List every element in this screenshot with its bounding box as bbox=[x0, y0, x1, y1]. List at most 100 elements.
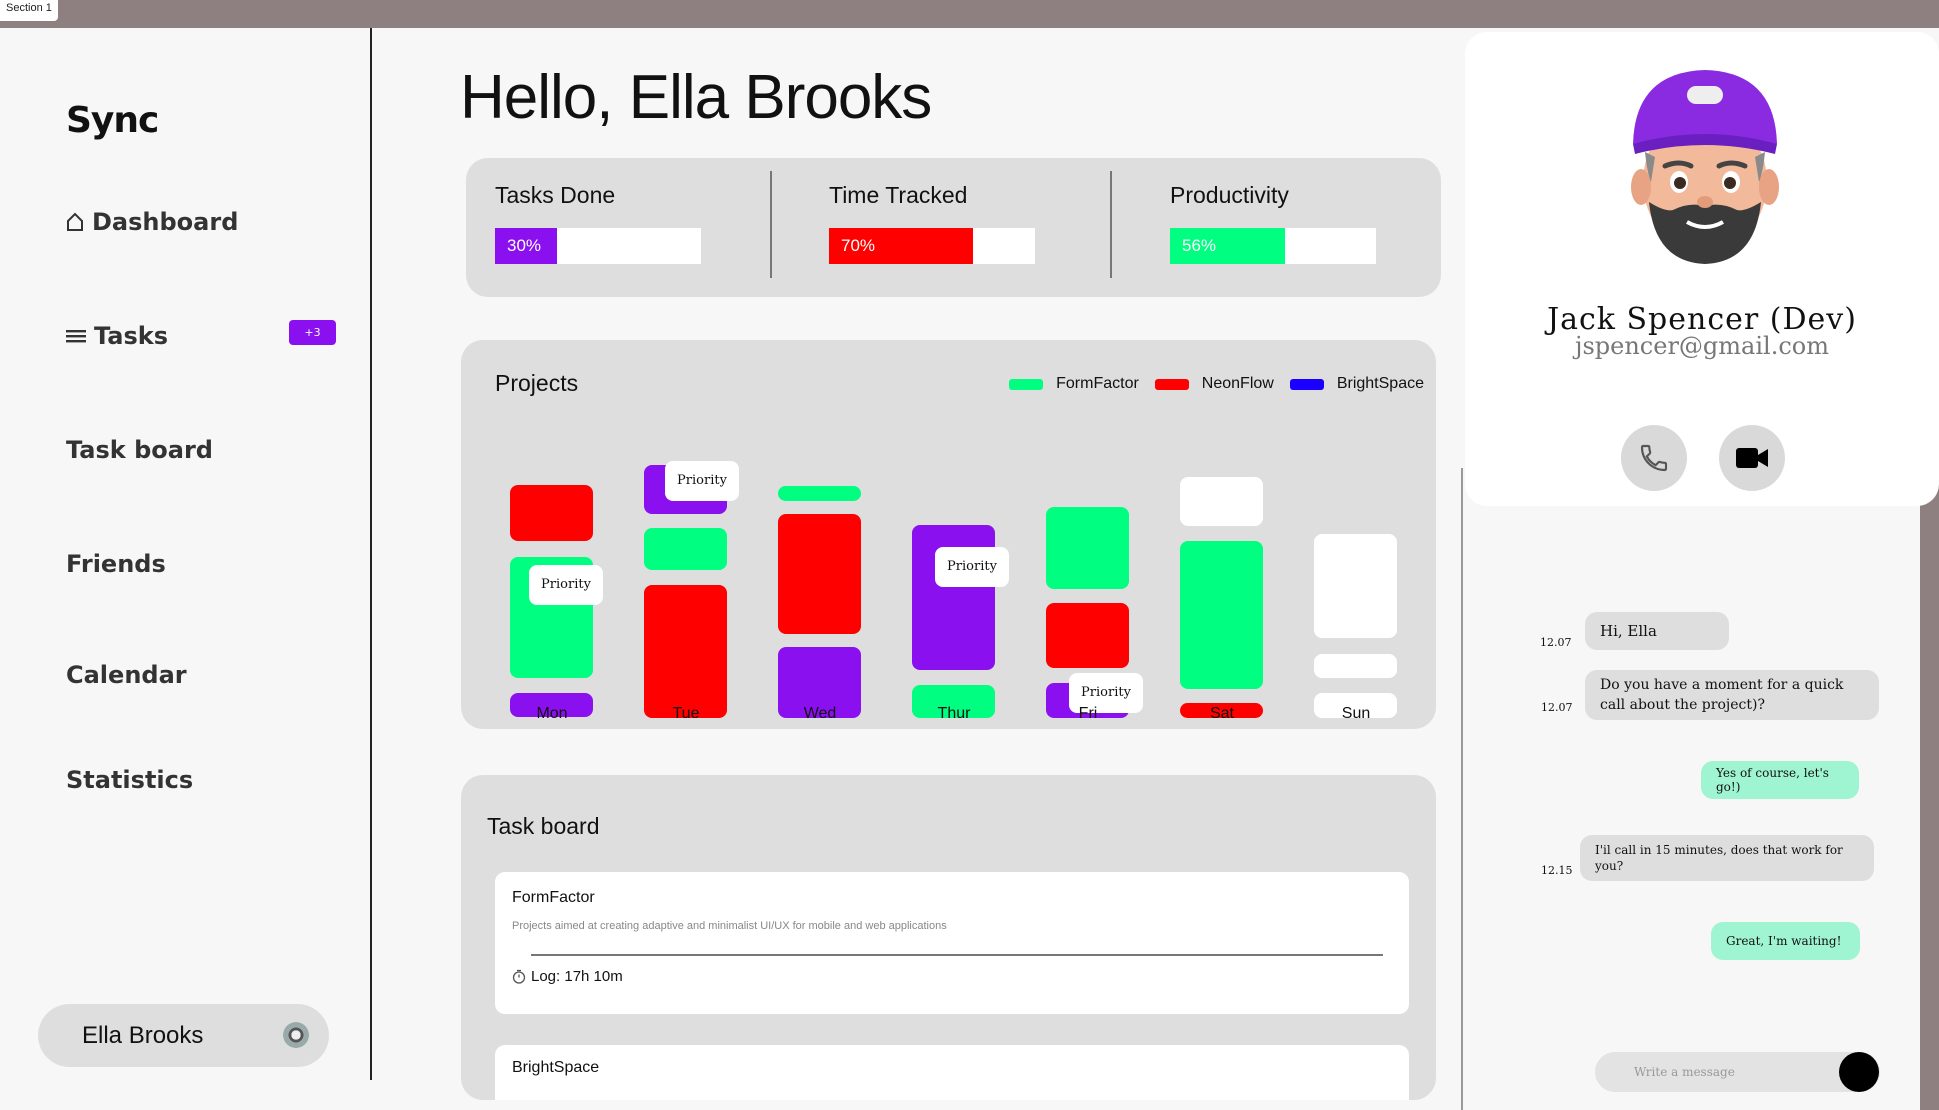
task-name: FormFactor bbox=[512, 889, 595, 906]
nav-item-tasks[interactable]: Tasks bbox=[66, 322, 168, 350]
day-label: Thur bbox=[937, 705, 971, 722]
nav-label: Calendar bbox=[66, 661, 187, 689]
day-label: Tue bbox=[672, 705, 700, 722]
contact-email: jspencer@gmail.com bbox=[1575, 332, 1829, 360]
task-card-brightspace[interactable]: BrightSpace bbox=[495, 1045, 1409, 1100]
taskboard-panel: Task board FormFactor Projects aimed at … bbox=[461, 775, 1436, 1100]
stats-panel: Tasks Done 30% Time Tracked 70% Producti… bbox=[466, 158, 1441, 297]
divider bbox=[1461, 468, 1463, 1110]
progress-track: 30% bbox=[495, 228, 701, 264]
nav-item-task-board[interactable]: Task board bbox=[66, 436, 213, 464]
message-text: Hi, Ella bbox=[1600, 622, 1657, 640]
send-button[interactable] bbox=[1839, 1052, 1879, 1092]
nav-label: Tasks bbox=[94, 322, 169, 350]
legend-swatch bbox=[1154, 378, 1189, 390]
gear-icon[interactable] bbox=[283, 1022, 309, 1048]
schedule-block-empty[interactable] bbox=[1180, 477, 1263, 526]
nav-label: Task board bbox=[66, 436, 213, 464]
nav-item-calendar[interactable]: Calendar bbox=[66, 661, 187, 689]
task-log-text: Log: 17h 10m bbox=[531, 968, 623, 985]
app-frame: Sync Dashboard Tasks +3 Task board Frien… bbox=[0, 28, 1939, 1110]
video-call-button[interactable] bbox=[1719, 425, 1785, 491]
message-text: Do you have a moment for a quick call ab… bbox=[1600, 677, 1844, 713]
day-label: Mon bbox=[536, 705, 568, 722]
message-text: I'il call in 15 minutes, does that work … bbox=[1595, 843, 1843, 873]
nav-label: Statistics bbox=[66, 766, 194, 794]
nav-item-dashboard[interactable]: Dashboard bbox=[66, 208, 238, 236]
legend-label: FormFactor bbox=[1056, 375, 1139, 392]
task-log: Log: 17h 10m bbox=[512, 968, 623, 985]
sidebar: Sync Dashboard Tasks +3 Task board Frien… bbox=[0, 28, 372, 1080]
message-incoming: Do you have a moment for a quick call ab… bbox=[1585, 670, 1879, 720]
schedule-block-formfactor[interactable] bbox=[1180, 541, 1263, 689]
message-outgoing: Great, I'm waiting! bbox=[1711, 922, 1860, 960]
priority-tag: Priority bbox=[529, 565, 603, 605]
projects-panel: Projects FormFactor NeonFlow BrightSpace… bbox=[461, 340, 1436, 729]
tasks-count-badge: +3 bbox=[289, 320, 336, 345]
schedule-block-neonflow[interactable] bbox=[778, 514, 861, 634]
schedule-block-empty[interactable] bbox=[1314, 534, 1397, 638]
home-icon bbox=[67, 212, 83, 231]
day-label: Wed bbox=[803, 705, 837, 722]
message-time: 12.15 bbox=[1541, 864, 1573, 877]
message-incoming: I'il call in 15 minutes, does that work … bbox=[1580, 835, 1874, 881]
schedule-block-formfactor[interactable] bbox=[778, 486, 861, 501]
message-text: Yes of course, let's go!) bbox=[1716, 766, 1829, 794]
message-text: Great, I'm waiting! bbox=[1726, 934, 1842, 948]
divider bbox=[770, 171, 772, 278]
projects-title: Projects bbox=[495, 370, 579, 396]
page-title: Hello, Ella Brooks bbox=[460, 63, 932, 132]
task-description: Projects aimed at creating adaptive and … bbox=[512, 920, 947, 932]
nav-label: Dashboard bbox=[92, 208, 239, 236]
user-name: Ella Brooks bbox=[82, 1021, 204, 1049]
stat-label: Productivity bbox=[1170, 182, 1289, 208]
schedule-block-empty[interactable] bbox=[1314, 654, 1397, 678]
legend-label: BrightSpace bbox=[1336, 375, 1424, 392]
stopwatch-icon bbox=[512, 969, 526, 984]
day-label: Sat bbox=[1209, 705, 1234, 722]
menu-icon bbox=[66, 330, 86, 343]
schedule-block-formfactor[interactable] bbox=[644, 528, 727, 570]
schedule-block-formfactor[interactable] bbox=[1046, 507, 1129, 589]
schedule-block-neonflow[interactable] bbox=[644, 585, 727, 718]
projects-legend: FormFactor NeonFlow BrightSpace bbox=[1003, 375, 1424, 393]
user-profile-button[interactable]: Ella Brooks bbox=[38, 1004, 329, 1067]
legend-item-brightspace: BrightSpace bbox=[1289, 375, 1424, 393]
task-divider bbox=[531, 954, 1383, 956]
message-time: 12.07 bbox=[1540, 636, 1572, 649]
progress-track: 70% bbox=[829, 228, 1035, 264]
legend-swatch bbox=[1289, 378, 1324, 390]
voice-call-button[interactable] bbox=[1621, 425, 1687, 491]
divider bbox=[1110, 171, 1112, 278]
task-name: BrightSpace bbox=[512, 1059, 600, 1076]
day-label: Fri bbox=[1078, 705, 1098, 722]
progress-fill: 56% bbox=[1170, 228, 1286, 264]
nav-item-friends[interactable]: Friends bbox=[66, 550, 166, 578]
contact-card: Jack Spencer (Dev) jspencer@gmail.com bbox=[1465, 32, 1939, 506]
section-label: Section 1 bbox=[0, 0, 58, 21]
day-label: Sun bbox=[1341, 705, 1371, 722]
avatar bbox=[1631, 70, 1779, 264]
progress-track: 56% bbox=[1170, 228, 1376, 264]
message-input[interactable]: Write a message bbox=[1595, 1052, 1880, 1092]
task-card-formfactor[interactable]: FormFactor Projects aimed at creating ad… bbox=[495, 872, 1409, 1014]
priority-tag: Priority bbox=[665, 461, 739, 501]
stat-label: Tasks Done bbox=[495, 182, 616, 208]
legend-item-formfactor: FormFactor bbox=[1009, 375, 1139, 393]
message-time: 12.07 bbox=[1541, 701, 1573, 714]
brand-logo: Sync bbox=[66, 100, 159, 141]
nav-item-statistics[interactable]: Statistics bbox=[66, 766, 193, 794]
phone-icon bbox=[1640, 444, 1668, 472]
message-incoming: Hi, Ella bbox=[1585, 612, 1729, 650]
legend-label: NeonFlow bbox=[1201, 375, 1274, 392]
message-outgoing: Yes of course, let's go!) bbox=[1701, 761, 1859, 799]
legend-swatch bbox=[1009, 378, 1044, 390]
progress-fill: 70% bbox=[829, 228, 974, 264]
taskboard-title: Task board bbox=[487, 813, 600, 839]
scrollbar[interactable] bbox=[1920, 468, 1939, 1110]
stat-label: Time Tracked bbox=[829, 182, 968, 208]
schedule-block-neonflow[interactable] bbox=[1046, 603, 1129, 668]
schedule-block-neonflow[interactable] bbox=[510, 485, 593, 541]
priority-tag: Priority bbox=[935, 547, 1009, 587]
nav-label: Friends bbox=[66, 550, 166, 578]
